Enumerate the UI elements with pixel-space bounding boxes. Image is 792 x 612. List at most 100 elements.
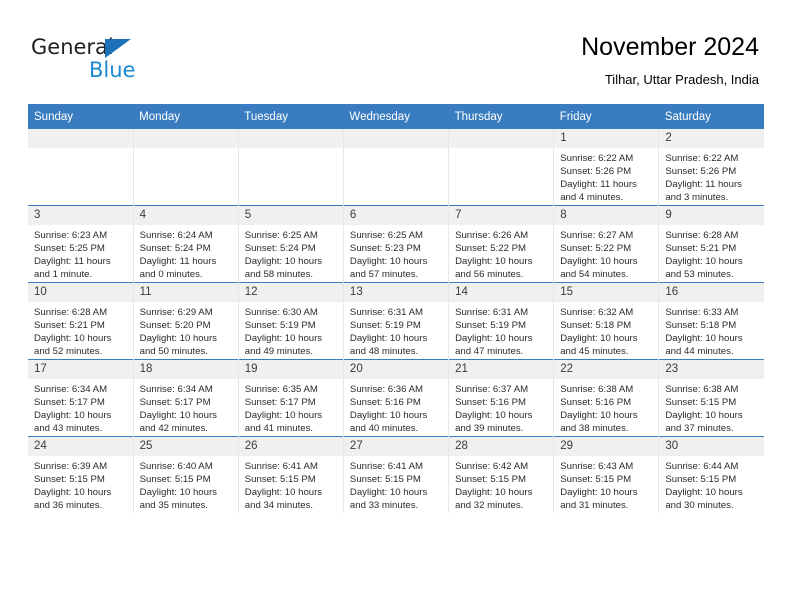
day-details: Sunrise: 6:27 AM Sunset: 5:22 PM Daylight:… xyxy=(554,225,658,281)
day-number: 24 xyxy=(28,437,133,456)
calendar-day-cell[interactable]: 16 Sunrise: 6:33 AM Sunset: 5:18 PM Dayligh… xyxy=(658,282,764,360)
daylight-text: and 41 minutes. xyxy=(244,423,314,435)
calendar-day-cell[interactable]: 5 Sunrise: 6:25 AM Sunset: 5:24 PM Daylight… xyxy=(238,205,344,283)
sunset-text: Sunset: 5:24 PM xyxy=(139,243,211,255)
sunrise-text: Sunrise: 6:22 AM xyxy=(560,153,634,164)
day-number: 20 xyxy=(343,360,449,379)
calendar-day-cell[interactable]: 29 Sunrise: 6:43 AM Sunset: 5:15 PM Dayligh… xyxy=(553,436,660,513)
daylight-text: Daylight: 11 hours xyxy=(139,256,217,268)
day-details: Sunrise: 6:28 AM Sunset: 5:21 PM Daylight:… xyxy=(659,225,764,281)
calendar-day-cell[interactable]: 12 Sunrise: 6:30 AM Sunset: 5:19 PM Dayligh… xyxy=(238,282,344,360)
daylight-text: Daylight: 10 hours xyxy=(244,333,323,345)
sunset-text: Sunset: 5:18 PM xyxy=(665,320,737,332)
day-details: Sunrise: 6:40 AM Sunset: 5:15 PM Daylight:… xyxy=(134,456,238,512)
calendar-day-cell-empty xyxy=(448,129,555,206)
day-number: 30 xyxy=(659,437,764,456)
daylight-text: Daylight: 10 hours xyxy=(34,333,112,345)
weekday-header-thursday: Thursday xyxy=(448,104,554,129)
calendar-grid: Sunday Monday Tuesday Wednesday Thursday… xyxy=(28,104,764,513)
day-details: Sunrise: 6:31 AM Sunset: 5:19 PM Daylight:… xyxy=(344,302,448,358)
calendar-day-cell[interactable]: 30 Sunrise: 6:44 AM Sunset: 5:15 PM Dayligh… xyxy=(658,436,764,513)
calendar-day-cell[interactable]: 17 Sunrise: 6:34 AM Sunset: 5:17 PM Dayligh… xyxy=(28,359,134,437)
calendar-day-cell[interactable]: 3 Sunrise: 6:23 AM Sunset: 5:25 PM Daylight… xyxy=(28,205,134,283)
daylight-text: and 32 minutes. xyxy=(455,500,524,512)
calendar-day-cell[interactable]: 24 Sunrise: 6:39 AM Sunset: 5:15 PM Dayligh… xyxy=(28,436,134,513)
sunrise-text: Sunrise: 6:42 AM xyxy=(455,461,529,472)
sunrise-text: Sunrise: 6:35 AM xyxy=(244,384,318,395)
sunrise-text: Sunrise: 6:37 AM xyxy=(455,384,529,395)
sunrise-text: Sunrise: 6:24 AM xyxy=(139,230,213,241)
calendar-day-cell[interactable]: 18 Sunrise: 6:34 AM Sunset: 5:17 PM Dayligh… xyxy=(133,359,239,437)
title-block: November 2024 Tilhar, Uttar Pradesh, Ind… xyxy=(581,32,759,89)
day-number xyxy=(28,129,133,148)
sunset-text: Sunset: 5:15 PM xyxy=(244,474,316,486)
daylight-text: Daylight: 10 hours xyxy=(349,333,428,345)
day-details: Sunrise: 6:37 AM Sunset: 5:16 PM Daylight:… xyxy=(449,379,553,435)
day-number: 17 xyxy=(28,360,133,379)
day-number: 21 xyxy=(449,360,554,379)
daylight-text: Daylight: 10 hours xyxy=(139,410,217,422)
day-details: Sunrise: 6:33 AM Sunset: 5:18 PM Daylight:… xyxy=(659,302,764,358)
sunset-text: Sunset: 5:19 PM xyxy=(455,320,526,332)
calendar-day-cell[interactable]: 7 Sunrise: 6:26 AM Sunset: 5:22 PM Daylight… xyxy=(448,205,555,283)
calendar-day-cell[interactable]: 20 Sunrise: 6:36 AM Sunset: 5:16 PM Dayligh… xyxy=(343,359,450,437)
calendar-day-cell[interactable]: 6 Sunrise: 6:25 AM Sunset: 5:23 PM Daylight… xyxy=(343,205,450,283)
calendar-week-row: 24 Sunrise: 6:39 AM Sunset: 5:15 PM Dayligh… xyxy=(28,436,764,513)
calendar-day-cell[interactable]: 27 Sunrise: 6:41 AM Sunset: 5:15 PM Dayligh… xyxy=(343,436,450,513)
calendar-day-cell[interactable]: 1 Sunrise: 6:22 AM Sunset: 5:26 PM Daylight… xyxy=(553,129,660,206)
daylight-text: and 35 minutes. xyxy=(139,500,208,512)
calendar-day-cell[interactable]: 14 Sunrise: 6:31 AM Sunset: 5:19 PM Dayligh… xyxy=(448,282,555,360)
sunset-text: Sunset: 5:20 PM xyxy=(139,320,211,332)
daylight-text: Daylight: 10 hours xyxy=(560,410,638,422)
sunrise-text: Sunrise: 6:22 AM xyxy=(665,153,739,164)
sunrise-text: Sunrise: 6:36 AM xyxy=(349,384,423,395)
calendar-day-cell[interactable]: 25 Sunrise: 6:40 AM Sunset: 5:15 PM Dayligh… xyxy=(133,436,239,513)
day-number: 25 xyxy=(133,437,238,456)
calendar-day-cell[interactable]: 2 Sunrise: 6:22 AM Sunset: 5:26 PM Daylight… xyxy=(658,129,764,206)
day-details: Sunrise: 6:34 AM Sunset: 5:17 PM Daylight:… xyxy=(134,379,238,435)
day-details: Sunrise: 6:32 AM Sunset: 5:18 PM Daylight:… xyxy=(554,302,658,358)
daylight-text: and 3 minutes. xyxy=(665,192,729,204)
daylight-text: and 43 minutes. xyxy=(34,423,103,435)
calendar-week-row: 17 Sunrise: 6:34 AM Sunset: 5:17 PM Dayligh… xyxy=(28,359,764,437)
calendar-day-cell[interactable]: 15 Sunrise: 6:32 AM Sunset: 5:18 PM Dayligh… xyxy=(553,282,660,360)
calendar-day-cell[interactable]: 21 Sunrise: 6:37 AM Sunset: 5:16 PM Dayligh… xyxy=(448,359,555,437)
calendar-day-cell[interactable]: 28 Sunrise: 6:42 AM Sunset: 5:15 PM Dayligh… xyxy=(448,436,555,513)
calendar-day-cell[interactable]: 26 Sunrise: 6:41 AM Sunset: 5:15 PM Dayligh… xyxy=(238,436,344,513)
sunrise-text: Sunrise: 6:44 AM xyxy=(665,461,739,472)
daylight-text: Daylight: 10 hours xyxy=(349,256,428,268)
calendar-day-cell[interactable]: 23 Sunrise: 6:38 AM Sunset: 5:15 PM Dayligh… xyxy=(658,359,764,437)
general-blue-logo[interactable]: General Blue xyxy=(31,35,211,87)
day-number xyxy=(449,129,554,148)
day-details xyxy=(239,148,343,152)
calendar-day-cell[interactable]: 9 Sunrise: 6:28 AM Sunset: 5:21 PM Daylight… xyxy=(658,205,764,283)
sunrise-text: Sunrise: 6:23 AM xyxy=(34,230,108,241)
day-number: 3 xyxy=(28,206,133,225)
daylight-text: Daylight: 10 hours xyxy=(244,256,323,268)
daylight-text: and 34 minutes. xyxy=(244,500,314,512)
daylight-text: and 42 minutes. xyxy=(139,423,208,435)
sunrise-text: Sunrise: 6:30 AM xyxy=(244,307,318,318)
day-details: Sunrise: 6:25 AM Sunset: 5:23 PM Daylight:… xyxy=(344,225,448,281)
day-details: Sunrise: 6:44 AM Sunset: 5:15 PM Daylight:… xyxy=(659,456,764,512)
sunrise-text: Sunrise: 6:31 AM xyxy=(349,307,423,318)
day-number: 19 xyxy=(238,360,343,379)
sunset-text: Sunset: 5:16 PM xyxy=(349,397,421,409)
sunset-text: Sunset: 5:15 PM xyxy=(455,474,526,486)
calendar-day-cell[interactable]: 8 Sunrise: 6:27 AM Sunset: 5:22 PM Daylight… xyxy=(553,205,660,283)
daylight-text: and 53 minutes. xyxy=(665,269,734,281)
calendar-day-cell[interactable]: 19 Sunrise: 6:35 AM Sunset: 5:17 PM Dayligh… xyxy=(238,359,344,437)
day-details: Sunrise: 6:26 AM Sunset: 5:22 PM Daylight:… xyxy=(449,225,553,281)
calendar-day-cell[interactable]: 13 Sunrise: 6:31 AM Sunset: 5:19 PM Dayligh… xyxy=(343,282,450,360)
calendar-day-cell[interactable]: 11 Sunrise: 6:29 AM Sunset: 5:20 PM Dayligh… xyxy=(133,282,239,360)
daylight-text: and 45 minutes. xyxy=(560,346,629,358)
day-number: 6 xyxy=(343,206,449,225)
sunset-text: Sunset: 5:19 PM xyxy=(349,320,421,332)
sunrise-text: Sunrise: 6:38 AM xyxy=(560,384,634,395)
calendar-day-cell[interactable]: 22 Sunrise: 6:38 AM Sunset: 5:16 PM Dayligh… xyxy=(553,359,660,437)
calendar-day-cell[interactable]: 4 Sunrise: 6:24 AM Sunset: 5:24 PM Daylight… xyxy=(133,205,239,283)
sunrise-text: Sunrise: 6:43 AM xyxy=(560,461,634,472)
sunset-text: Sunset: 5:23 PM xyxy=(349,243,421,255)
calendar-day-cell[interactable]: 10 Sunrise: 6:28 AM Sunset: 5:21 PM Dayligh… xyxy=(28,282,134,360)
sunset-text: Sunset: 5:25 PM xyxy=(34,243,105,255)
